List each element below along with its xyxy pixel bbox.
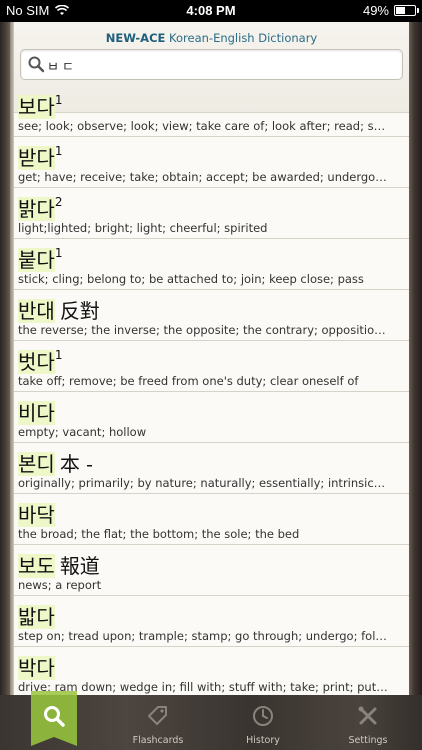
tools-icon <box>358 706 377 725</box>
headword-korean: 본디 <box>18 452 55 476</box>
tab-settings-label: Settings <box>348 735 388 746</box>
headword-hanja: 反對 <box>59 299 100 323</box>
headword-korean: 받다 <box>18 146 55 170</box>
wood-frame-right <box>409 22 422 695</box>
app-title: NEW-ACE Korean-English Dictionary <box>14 22 409 45</box>
homonym-number: 1 <box>54 348 63 363</box>
definition: get; have; receive; take; obtain; accept… <box>18 170 388 184</box>
headword: 벗다1 <box>18 346 62 375</box>
status-bar: No SIM 4:08 PM 49% <box>0 0 422 22</box>
headword-korean: 벗다 <box>18 350 55 374</box>
headword: 본디 本 - <box>18 448 93 477</box>
headword: 비다 <box>18 397 55 426</box>
definition: take off; remove; be freed from one's du… <box>18 374 359 388</box>
definition: news; a report <box>18 578 102 592</box>
tab-search[interactable] <box>31 691 77 746</box>
list-item[interactable]: 반대 反對 the reverse; the inverse; the opposi… <box>14 290 409 341</box>
magnifier-icon <box>44 706 65 727</box>
tab-history[interactable]: History <box>217 695 309 750</box>
list-item[interactable]: 받다1 get; have; receive; take; obtain; acc… <box>14 137 409 188</box>
definition: the reverse; the inverse; the opposite; … <box>18 323 388 337</box>
headword-korean: 박다 <box>18 656 55 680</box>
definition: light;lighted; bright; light; cheerful; … <box>18 221 268 235</box>
headword-hanja: 本 - <box>59 452 93 476</box>
headword: 보다1 <box>18 91 62 120</box>
headword: 붙다1 <box>18 244 62 273</box>
headword: 반대 反對 <box>18 295 100 324</box>
tab-flashcards[interactable]: Flashcards <box>112 695 204 750</box>
search-icon <box>28 56 45 73</box>
headword-korean: 밟다 <box>18 605 55 629</box>
definition: originally; primarily; by nature; natura… <box>18 476 388 490</box>
list-item[interactable]: 밝다2 light;lighted; bright; light; cheerfu… <box>14 188 409 239</box>
headword-korean: 붙다 <box>18 248 55 272</box>
search-query: ㅂㄷ <box>47 60 77 75</box>
tab-settings[interactable]: Settings <box>322 695 414 750</box>
headword-korean: 비다 <box>18 401 55 425</box>
headword-korean: 밝다 <box>18 197 55 221</box>
headword-korean: 반대 <box>18 299 55 323</box>
headword: 바닥 <box>18 499 55 528</box>
list-item[interactable]: 붙다1 stick; cling; belong to; be attached … <box>14 239 409 290</box>
app-title-brand: NEW-ACE <box>105 31 166 45</box>
homonym-number: 1 <box>54 144 63 159</box>
definition: the broad; the flat; the bottom; the sol… <box>18 527 300 541</box>
headword-korean: 보다 <box>18 95 55 119</box>
homonym-number: 1 <box>54 246 63 261</box>
headword-korean: 보도 <box>18 554 55 578</box>
list-item[interactable]: 보다1 see; look; observe; look; view; take … <box>14 86 409 137</box>
headword-korean: 바닥 <box>18 503 55 527</box>
headword: 받다1 <box>18 142 62 171</box>
list-item[interactable]: 박다 drive; ram down; wedge in; fill with; … <box>14 647 409 695</box>
battery-percent: 49% <box>362 3 389 18</box>
definition: empty; vacant; hollow <box>18 425 147 439</box>
headword: 밝다2 <box>18 193 62 222</box>
search-input[interactable]: ㅂㄷ <box>20 49 403 80</box>
dictionary-page: NEW-ACE Korean-English Dictionary ㅂㄷ 보다1… <box>14 22 409 695</box>
list-item[interactable]: 보도 報道 news; a report <box>14 545 409 596</box>
results-list: 보다1 see; look; observe; look; view; take … <box>14 86 409 695</box>
headword: 박다 <box>18 652 55 681</box>
headword-hanja: 報道 <box>59 554 100 578</box>
homonym-number: 1 <box>54 93 63 108</box>
tab-flashcards-label: Flashcards <box>132 735 184 746</box>
definition: step on; tread upon; trample; stamp; go … <box>18 629 388 643</box>
list-item[interactable]: 밟다 step on; tread upon; trample; stamp; g… <box>14 596 409 647</box>
battery-icon <box>394 5 419 16</box>
clock-icon <box>253 706 273 726</box>
definition: see; look; observe; look; view; take car… <box>18 119 388 133</box>
tab-history-label: History <box>246 735 280 746</box>
homonym-number: 2 <box>54 195 63 210</box>
wood-frame-left <box>0 22 10 695</box>
list-item[interactable]: 비다 empty; vacant; hollow <box>14 392 409 443</box>
tag-icon <box>148 706 167 725</box>
definition: stick; cling; belong to; be attached to;… <box>18 272 364 286</box>
clock: 4:08 PM <box>186 3 236 18</box>
headword: 밟다 <box>18 601 55 630</box>
list-item[interactable]: 본디 本 - originally; primarily; by nature; n… <box>14 443 409 494</box>
app-title-rest: Korean-English Dictionary <box>169 31 318 45</box>
list-item[interactable]: 바닥 the broad; the flat; the bottom; the s… <box>14 494 409 545</box>
headword: 보도 報道 <box>18 550 100 579</box>
list-item[interactable]: 벗다1 take off; remove; be freed from one's… <box>14 341 409 392</box>
